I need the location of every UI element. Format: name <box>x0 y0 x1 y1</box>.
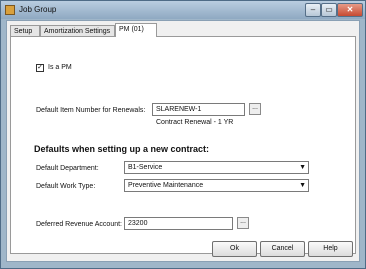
department-select[interactable]: B1-Service ▼ <box>124 161 309 174</box>
is-pm-checkbox[interactable]: ✓ <box>36 64 44 72</box>
ellipsis-icon: ... <box>252 104 258 111</box>
minimize-button[interactable]: – <box>305 3 321 17</box>
help-button[interactable]: Help <box>308 241 353 257</box>
deferred-revenue-lookup-button[interactable]: ... <box>237 217 249 229</box>
work-type-label: Default Work Type: <box>36 183 96 190</box>
default-item-label: Default Item Number for Renewals: <box>36 107 146 114</box>
deferred-revenue-field[interactable]: 23200 <box>124 217 233 230</box>
check-icon: ✓ <box>37 64 43 71</box>
maximize-button[interactable]: ▭ <box>321 3 337 17</box>
department-value: B1-Service <box>128 164 163 171</box>
title-bar[interactable]: Job Group – ▭ ✕ <box>1 1 365 19</box>
default-item-lookup-button[interactable]: ... <box>249 103 261 115</box>
default-item-description: Contract Renewal - 1 YR <box>156 119 234 126</box>
chevron-down-icon: ▼ <box>299 182 306 189</box>
dialog-body: Setup Amortization Settings PM (01) ✓ Is… <box>6 20 360 262</box>
pm-tab-panel: ✓ Is a PM Default Item Number for Renewa… <box>10 36 356 254</box>
deferred-revenue-label: Deferred Revenue Account: <box>36 221 122 228</box>
work-type-value: Preventive Maintenance <box>128 182 204 189</box>
ellipsis-icon: ... <box>240 218 246 225</box>
tab-pm[interactable]: PM (01) <box>115 23 157 37</box>
default-item-field[interactable]: SLARENEW-1 <box>152 103 245 116</box>
work-type-select[interactable]: Preventive Maintenance ▼ <box>124 179 309 192</box>
tab-amortization-settings[interactable]: Amortization Settings <box>40 25 115 36</box>
chevron-down-icon: ▼ <box>299 164 306 171</box>
defaults-heading: Defaults when setting up a new contract: <box>34 144 210 154</box>
department-label: Default Department: <box>36 165 99 172</box>
job-group-window: Job Group – ▭ ✕ Setup Amortization Setti… <box>0 0 366 269</box>
tab-setup[interactable]: Setup <box>10 25 40 36</box>
app-icon <box>5 5 15 15</box>
window-title: Job Group <box>19 5 57 14</box>
close-button[interactable]: ✕ <box>337 3 363 17</box>
cancel-button[interactable]: Cancel <box>260 241 305 257</box>
ok-button[interactable]: Ok <box>212 241 257 257</box>
is-pm-label: Is a PM <box>48 64 72 71</box>
